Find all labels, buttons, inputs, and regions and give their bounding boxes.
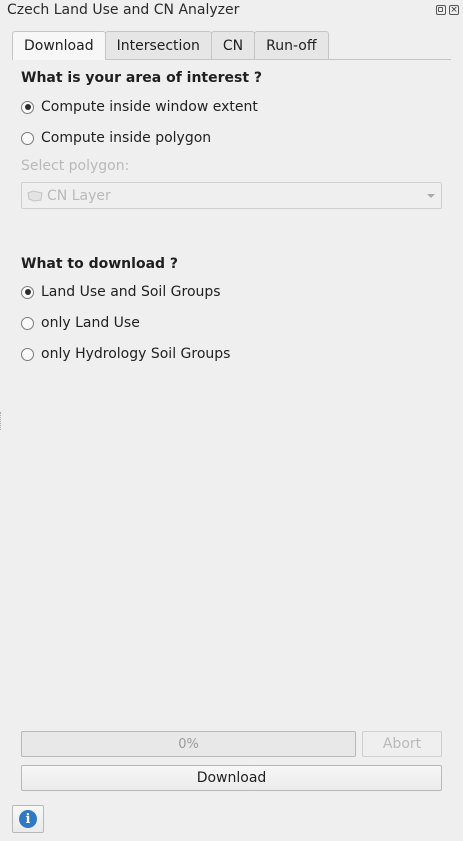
radio-inside-polygon[interactable]: Compute inside polygon — [21, 130, 211, 146]
radio-button[interactable] — [21, 316, 34, 330]
download-heading: What to download ? — [21, 256, 179, 272]
radio-land-use-and-soil[interactable]: Land Use and Soil Groups — [21, 284, 221, 300]
info-icon: i — [19, 810, 37, 828]
radio-button[interactable] — [21, 347, 34, 361]
abort-button: Abort — [362, 731, 442, 757]
select-polygon-label: Select polygon: — [21, 158, 130, 174]
splitter-handle[interactable] — [0, 412, 3, 430]
select-value: CN Layer — [47, 187, 111, 204]
tab-run-off[interactable]: Run-off — [254, 31, 329, 59]
window-title: Czech Land Use and CN Analyzer — [7, 2, 240, 18]
progress-text: 0% — [178, 736, 199, 752]
window-buttons: × — [436, 5, 459, 15]
radio-button-checked[interactable] — [21, 100, 34, 114]
polygon-layer-select: CN Layer — [21, 182, 442, 209]
radio-window-extent[interactable]: Compute inside window extent — [21, 99, 258, 115]
tab-cn[interactable]: CN — [210, 31, 256, 59]
float-window-icon[interactable] — [436, 5, 446, 15]
radio-only-land-use[interactable]: only Land Use — [21, 315, 140, 331]
progress-bar: 0% — [21, 731, 356, 757]
radio-label: only Land Use — [41, 315, 140, 331]
radio-button-checked[interactable] — [21, 285, 34, 299]
radio-label: only Hydrology Soil Groups — [41, 346, 231, 362]
radio-label: Land Use and Soil Groups — [41, 284, 221, 300]
area-heading: What is your area of interest ? — [21, 70, 263, 86]
info-button[interactable]: i — [12, 805, 44, 833]
tab-download[interactable]: Download — [12, 31, 106, 60]
tab-bar: Download Intersection CN Run-off — [12, 31, 329, 60]
radio-only-soil-groups[interactable]: only Hydrology Soil Groups — [21, 346, 230, 362]
download-button[interactable]: Download — [21, 765, 442, 791]
chevron-down-icon — [427, 194, 435, 198]
close-window-icon[interactable]: × — [449, 5, 459, 15]
tab-intersection[interactable]: Intersection — [104, 31, 212, 59]
radio-label: Compute inside polygon — [41, 130, 212, 146]
radio-label: Compute inside window extent — [41, 99, 258, 115]
polygon-layer-icon — [27, 189, 43, 202]
radio-button[interactable] — [21, 131, 34, 145]
